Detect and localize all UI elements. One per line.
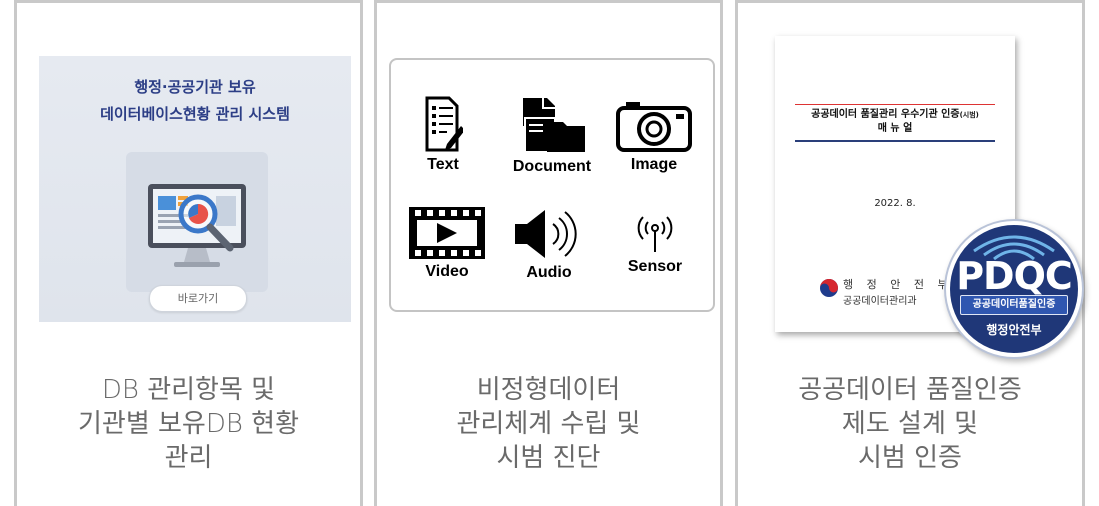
data-type-text: Text [413, 96, 473, 174]
ministry-name: 행 정 안 전 부 [843, 278, 953, 291]
caption-line: 시범 진단 [496, 443, 601, 473]
caption-line: 관리체계 수립 및 [456, 409, 641, 439]
card-db-management[interactable]: 행정·공공기관 보유 데이터베이스현황 관리 시스템 바로가기 DB 관리항목 … [14, 0, 363, 506]
caption-line: 시범 인증 [858, 443, 962, 473]
document-title-line-1: 공공데이터 품질관리 우수기관 인증 [811, 109, 960, 120]
db-title-line-2: 데이터베이스현황 관리 시스템 [100, 105, 290, 123]
data-type-label: Audio [526, 264, 572, 281]
caption-line: 기관별 보유DB 현황 [77, 409, 299, 439]
seal-band-text: 공공데이터품질인증 [972, 299, 1056, 310]
antenna-signal-icon [637, 216, 673, 252]
department-name: 공공데이터관리과 [843, 296, 917, 307]
caption-line: 제도 설계 및 [841, 409, 979, 439]
seal-band: 공공데이터품질인증 [960, 295, 1068, 315]
divider [795, 140, 995, 142]
data-type-image: Image [611, 100, 697, 174]
seal-letters: PDQC [956, 254, 1073, 298]
db-system-thumbnail[interactable]: 행정·공공기관 보유 데이터베이스현황 관리 시스템 바로가기 [39, 56, 351, 322]
data-type-label: Image [630, 156, 678, 173]
card-quality-certification[interactable]: 공공데이터 품질관리 우수기관 인증(시범) 매 뉴 얼 2022. 8. 행 … [735, 0, 1085, 506]
card-caption: DB 관리항목 및 기관별 보유DB 현황 관리 [17, 373, 360, 475]
data-type-label: Video [425, 263, 469, 280]
seal-issuer: 행정안전부 [986, 323, 1042, 337]
data-type-document: Document [497, 96, 607, 176]
monitor-illustration [126, 152, 268, 292]
data-type-label: Document [512, 158, 592, 175]
caption-line: 비정형데이터 [476, 375, 621, 405]
caption-line: 공공데이터 품질인증 [798, 375, 1022, 405]
card-caption: 비정형데이터 관리체계 수립 및 시범 진단 [377, 373, 720, 475]
db-title-line-1: 행정·공공기관 보유 [134, 78, 256, 96]
data-type-video: Video [407, 205, 487, 281]
data-type-sensor: Sensor [615, 212, 695, 276]
card-unstructured-data[interactable]: Text Document Image Video Audio Sensor 비… [374, 0, 723, 506]
data-type-audio: Audio [507, 208, 591, 282]
speaker-icon [515, 210, 577, 258]
db-system-title: 행정·공공기관 보유 데이터베이스현황 관리 시스템 [39, 74, 351, 128]
text-document-icon [425, 96, 465, 152]
caption-line: DB 관리항목 및 [101, 375, 276, 405]
document-date: 2022. 8. [874, 198, 916, 209]
monitor-magnifier-icon [148, 184, 246, 267]
data-types-panel: Text Document Image Video Audio Sensor [389, 58, 715, 312]
pdqc-certification-seal: PDQC 공공데이터품질인증 행정안전부 [950, 225, 1078, 353]
caption-line: 관리 [164, 443, 213, 473]
card-caption: 공공데이터 품질인증 제도 설계 및 시범 인증 [738, 373, 1082, 475]
data-type-label: Sensor [627, 258, 683, 275]
go-shortcut-button[interactable]: 바로가기 [149, 285, 247, 312]
taegeuk-emblem-icon [820, 279, 838, 297]
data-type-label: Text [427, 156, 459, 173]
documents-folder-icon [523, 98, 585, 153]
camera-icon [616, 102, 692, 152]
document-title-suffix: (시범) [959, 111, 979, 119]
video-film-icon [409, 207, 485, 259]
document-title-line-2: 매 뉴 얼 [877, 123, 913, 134]
divider [795, 104, 995, 105]
document-title: 공공데이터 품질관리 우수기관 인증(시범) 매 뉴 얼 [795, 108, 995, 135]
